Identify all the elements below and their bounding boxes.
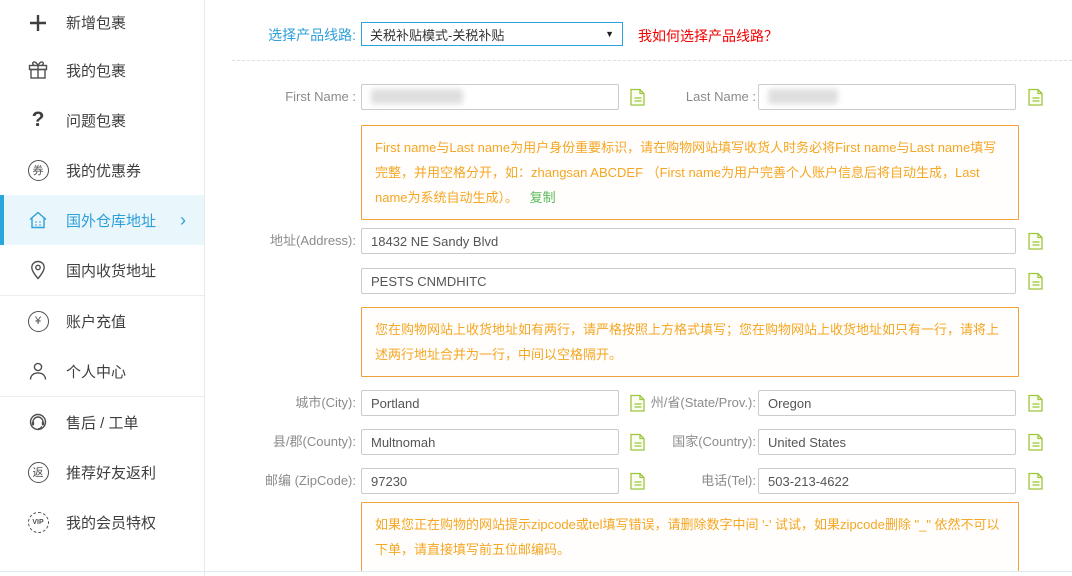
sidebar-item-my-coupons[interactable]: 券 我的优惠券 xyxy=(0,145,204,195)
location-pin-icon xyxy=(27,259,49,281)
sidebar-item-new-package[interactable]: 新增包裹 xyxy=(0,0,204,45)
question-icon: ? xyxy=(27,109,49,131)
sidebar: 新增包裹 我的包裹 ? 问题包裹 券 我的优惠券 xyxy=(0,0,205,576)
yen-icon: ¥ xyxy=(27,310,49,332)
tel-input[interactable] xyxy=(758,468,1016,494)
copy-name-link[interactable]: 复制 xyxy=(530,190,556,205)
city-input[interactable] xyxy=(361,390,619,416)
person-icon xyxy=(27,360,49,382)
bottom-divider xyxy=(0,571,1072,572)
name-notice-text: First name与Last name为用户身份重要标识，请在购物网站填写收货… xyxy=(375,140,996,205)
sidebar-item-label: 国外仓库地址 xyxy=(66,210,156,231)
sidebar-item-label: 新增包裹 xyxy=(66,12,126,33)
sidebar-item-label: 售后 / 工单 xyxy=(66,412,139,433)
copy-icon[interactable] xyxy=(1027,470,1046,491)
vip-badge-icon: VIP xyxy=(27,511,49,533)
caret-down-icon: ▼ xyxy=(605,29,614,39)
sidebar-item-domestic-receiving-address[interactable]: 国内收货地址 xyxy=(0,245,204,295)
redacted-value xyxy=(768,89,838,104)
sidebar-item-label: 问题包裹 xyxy=(66,110,126,131)
sidebar-item-account-recharge[interactable]: ¥ 账户充值 xyxy=(0,296,204,346)
sidebar-item-label: 我的包裹 xyxy=(66,60,126,81)
sidebar-item-label: 推荐好友返利 xyxy=(66,462,156,483)
copy-icon[interactable] xyxy=(1027,270,1046,291)
address-label: 地址(Address): xyxy=(230,228,356,254)
chevron-right-icon: › xyxy=(180,210,186,231)
state-input[interactable] xyxy=(758,390,1016,416)
selected-option: 关税补贴模式-关税补贴 xyxy=(370,25,504,44)
first-name-label: First Name : xyxy=(230,84,356,110)
address-line2-input[interactable] xyxy=(361,268,1016,294)
address-line1-input[interactable] xyxy=(361,228,1016,254)
coupon-icon: 券 xyxy=(27,159,49,181)
sidebar-item-label: 我的会员特权 xyxy=(66,512,156,533)
sidebar-item-label: 国内收货地址 xyxy=(66,260,156,281)
copy-icon[interactable] xyxy=(1027,230,1046,251)
gift-icon xyxy=(27,59,49,81)
zipcode-label: 邮编 (ZipCode): xyxy=(230,468,356,494)
address-notice: 您在购物网站上收货地址如有两行，请严格按照上方格式填写；您在购物网站上收货地址如… xyxy=(361,307,1019,377)
product-line-select[interactable]: 关税补贴模式-关税补贴 ▼ xyxy=(361,22,623,46)
sidebar-item-referral-rebate[interactable]: 返 推荐好友返利 xyxy=(0,447,204,497)
first-name-input[interactable] xyxy=(361,84,619,110)
sidebar-item-label: 我的优惠券 xyxy=(66,160,141,181)
country-input[interactable] xyxy=(758,429,1016,455)
redacted-value xyxy=(371,89,463,104)
sidebar-item-membership-privileges[interactable]: VIP 我的会员特权 xyxy=(0,497,204,547)
name-notice: First name与Last name为用户身份重要标识，请在购物网站填写收货… xyxy=(361,125,1019,220)
last-name-label: Last Name : xyxy=(635,84,756,110)
plus-icon xyxy=(27,12,49,34)
overseas-warehouse-address-panel: 选择产品线路: 关税补贴模式-关税补贴 ▼ 我如何选择产品线路？ First N… xyxy=(205,0,1072,576)
city-label: 城市(City): xyxy=(230,390,356,416)
sidebar-item-aftersales-tickets[interactable]: 售后 / 工单 xyxy=(0,397,204,447)
copy-icon[interactable] xyxy=(1027,392,1046,413)
county-input[interactable] xyxy=(361,429,619,455)
zipcode-input[interactable] xyxy=(361,468,619,494)
rebate-icon: 返 xyxy=(27,461,49,483)
product-line-help-link[interactable]: 我如何选择产品线路？ xyxy=(638,26,778,46)
sidebar-item-my-packages[interactable]: 我的包裹 xyxy=(0,45,204,95)
sidebar-item-problem-packages[interactable]: ? 问题包裹 xyxy=(0,95,204,145)
headset-icon xyxy=(27,411,49,433)
copy-icon[interactable] xyxy=(1027,431,1046,452)
county-label: 县/郡(County): xyxy=(230,429,356,455)
country-label: 国家(Country): xyxy=(631,429,756,455)
sidebar-item-label: 个人中心 xyxy=(66,361,126,382)
last-name-input[interactable] xyxy=(758,84,1016,110)
sidebar-item-overseas-warehouse-address[interactable]: 国外仓库地址 › xyxy=(0,195,204,245)
section-divider xyxy=(232,60,1072,61)
house-icon xyxy=(27,209,49,231)
sidebar-item-label: 账户充值 xyxy=(66,311,126,332)
copy-icon[interactable] xyxy=(1027,86,1046,107)
tel-label: 电话(Tel): xyxy=(631,468,756,494)
product-line-label: 选择产品线路: xyxy=(230,22,356,48)
state-label: 州/省(State/Prov.): xyxy=(631,390,756,416)
sidebar-item-personal-center[interactable]: 个人中心 xyxy=(0,346,204,396)
zipcode-notice: 如果您正在购物的网站提示zipcode或tel填写错误，请删除数字中间 '-' … xyxy=(361,502,1019,572)
